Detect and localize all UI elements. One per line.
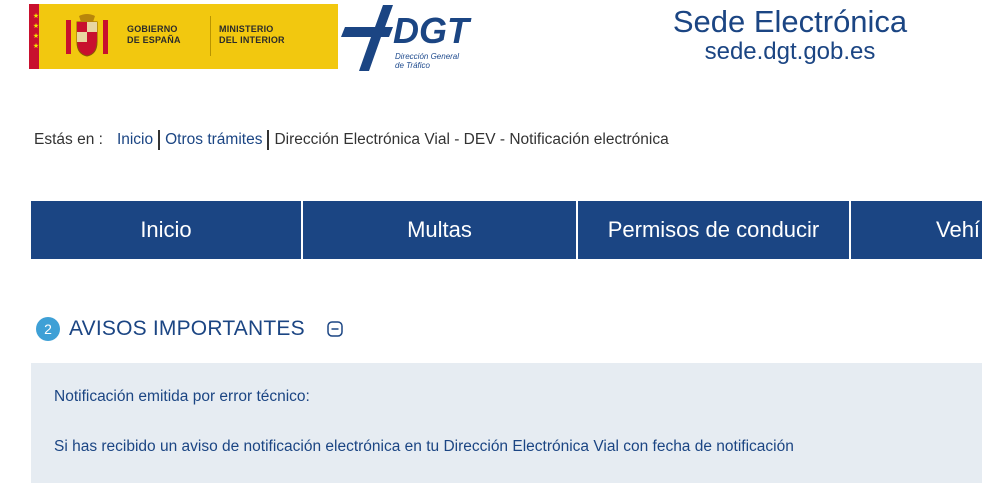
gov-label: GOBIERNO DE ESPAÑA <box>127 24 181 45</box>
nav-item-multas[interactable]: Multas <box>303 201 578 259</box>
dgt-subtitle: Dirección General de Tráfico <box>395 52 460 70</box>
coat-of-arms-icon <box>66 14 108 57</box>
avisos-header: 2 AVISOS IMPORTANTES <box>36 317 343 341</box>
site-title: Sede Electrónica <box>672 4 908 39</box>
breadcrumb-link-otros-tramites[interactable]: Otros trámites <box>165 131 262 149</box>
divider <box>210 16 211 56</box>
avisos-panel: Notificación emitida por error técnico: … <box>31 363 982 483</box>
notice-text: Si has recibido un aviso de notificación… <box>54 438 794 455</box>
nav-item-vehiculos[interactable]: Vehí <box>851 201 982 259</box>
breadcrumb-separator <box>158 130 161 150</box>
dgt-logo[interactable]: DGT <box>341 3 491 83</box>
nav-item-inicio[interactable]: Inicio <box>31 201 303 259</box>
collapse-icon[interactable] <box>327 321 343 337</box>
avisos-count-badge: 2 <box>36 317 60 341</box>
eu-flag-icon: ★ ★ ★ ★ <box>29 4 51 69</box>
avisos-title: AVISOS IMPORTANTES <box>69 317 305 340</box>
dgt-logo-text: DGT <box>393 10 472 51</box>
breadcrumb-current: Dirección Electrónica Vial - DEV - Notif… <box>274 131 669 148</box>
breadcrumb-link-inicio[interactable]: Inicio <box>117 131 153 149</box>
nav-item-permisos[interactable]: Permisos de conducir <box>578 201 851 259</box>
main-nav: Inicio Multas Permisos de conducir Vehí <box>31 201 982 259</box>
ministry-label: MINISTERIO DEL INTERIOR <box>219 24 285 45</box>
notice-subtitle: Notificación emitida por error técnico: <box>54 388 310 405</box>
gobierno-espana-logo[interactable]: ★ ★ ★ ★ GOBIERNO DE ESPAÑA MINISTERIO DEL INT… <box>29 4 338 69</box>
breadcrumb-separator <box>267 130 270 150</box>
site-url: sede.dgt.gob.es <box>704 38 876 65</box>
breadcrumb: Estás en : Inicio Otros trámites Direcci… <box>34 130 669 150</box>
breadcrumb-label: Estás en : <box>34 131 103 148</box>
